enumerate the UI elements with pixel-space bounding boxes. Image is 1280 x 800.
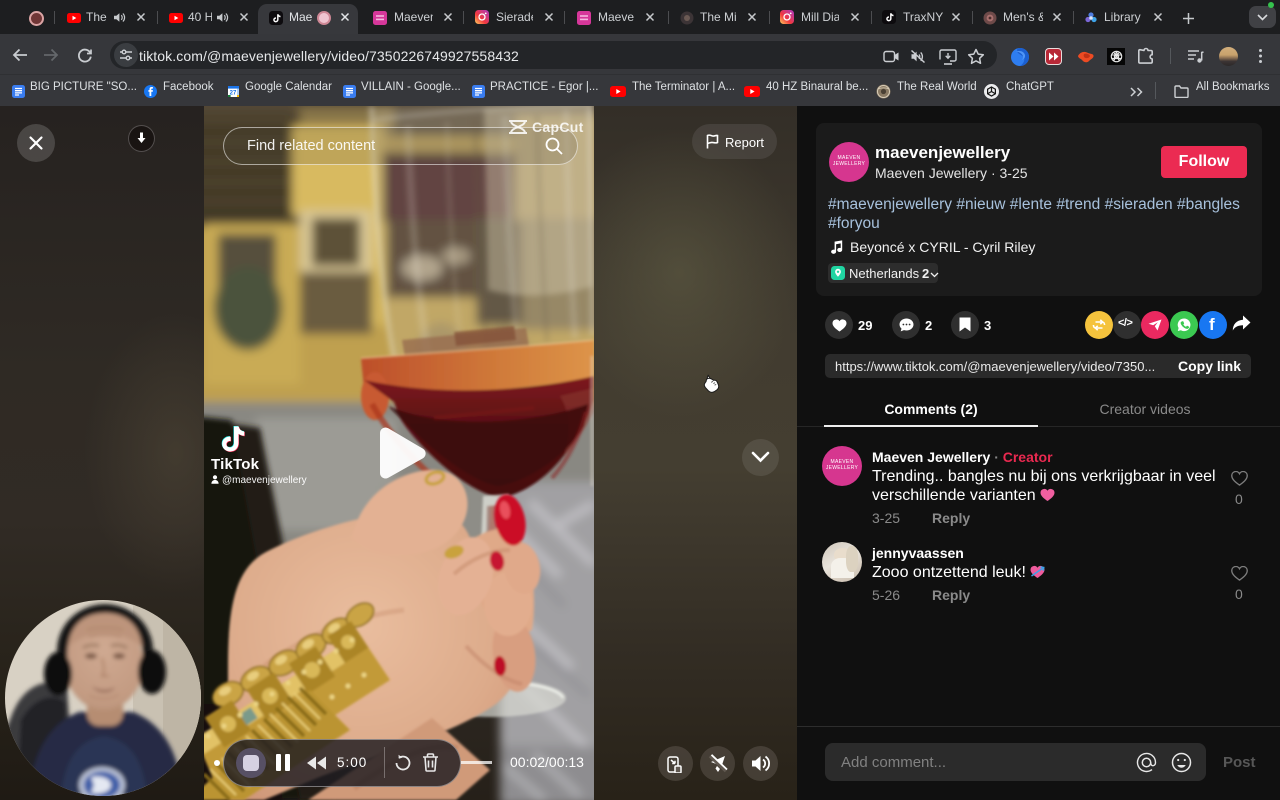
- svg-text:27: 27: [230, 91, 237, 97]
